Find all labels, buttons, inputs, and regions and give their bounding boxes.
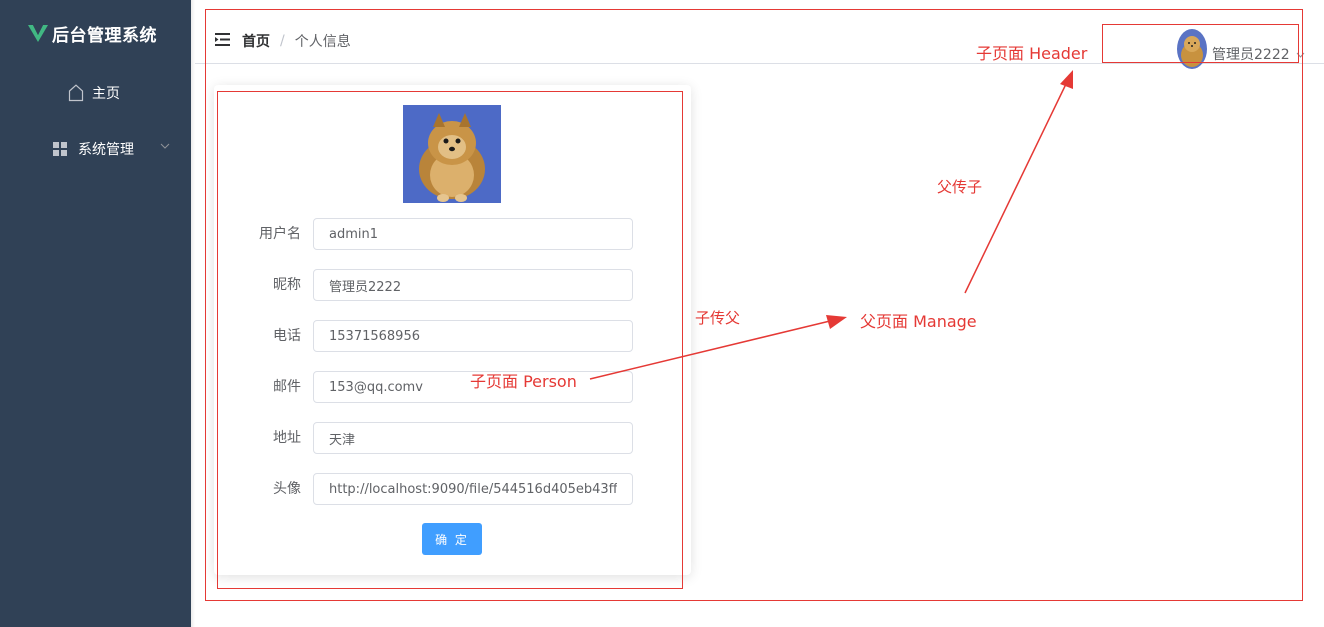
form-row-nickname: 昵称: [214, 269, 691, 301]
user-name: 管理员2222: [1212, 47, 1290, 63]
sidebar-item-home[interactable]: 主页: [68, 82, 120, 104]
chevron-down-icon: [1296, 52, 1305, 58]
vue-logo-icon: [28, 25, 48, 42]
avatar: [1177, 29, 1207, 69]
username-label: 用户名: [259, 226, 301, 242]
brand[interactable]: 后台管理系统: [28, 20, 157, 46]
annotation-child-to-parent: 子传父: [695, 309, 741, 327]
form-row-username: 用户名: [214, 218, 691, 250]
sidebar-item-label: 主页: [92, 86, 120, 102]
annotation-child-person: 子页面 Person: [470, 372, 577, 391]
grid-icon: [53, 142, 67, 156]
avatar-url-label: 头像: [273, 481, 301, 497]
form-row-email: 邮件: [214, 371, 691, 403]
phone-label: 电话: [273, 328, 301, 344]
header: 首页 / 个人信息 管理员2222: [195, 0, 1324, 69]
form-row-phone: 电话: [214, 320, 691, 352]
address-label: 地址: [273, 430, 301, 446]
form-row-address: 地址: [214, 422, 691, 454]
sidebar-shadow: [191, 0, 195, 627]
fold-menu-icon[interactable]: [215, 33, 230, 46]
breadcrumb: 首页 / 个人信息: [242, 31, 351, 51]
confirm-button[interactable]: 确 定: [422, 523, 482, 555]
annotation-parent-to-child: 父传子: [937, 178, 983, 196]
brand-title: 后台管理系统: [52, 25, 157, 46]
sidebar: 后台管理系统 主页 系统管理: [0, 0, 191, 627]
user-dropdown[interactable]: 管理员2222: [1177, 28, 1305, 70]
annotation-header-child: 子页面 Header: [976, 44, 1088, 63]
sidebar-item-system[interactable]: 系统管理: [53, 138, 173, 160]
annotation-parent-manage: 父页面 Manage: [860, 312, 977, 331]
phone-input[interactable]: [313, 320, 633, 352]
breadcrumb-current: 个人信息: [294, 34, 351, 50]
home-icon: [68, 84, 84, 102]
nickname-input[interactable]: [313, 269, 633, 301]
pomeranian-avatar-image: [403, 105, 501, 203]
email-label: 邮件: [273, 379, 301, 395]
form-row-avatar-url: 头像: [214, 473, 691, 505]
address-input[interactable]: [313, 422, 633, 454]
sidebar-item-label: 系统管理: [78, 142, 134, 158]
breadcrumb-separator: /: [280, 33, 285, 49]
avatar-uploader[interactable]: [403, 105, 501, 203]
breadcrumb-home[interactable]: 首页: [242, 31, 270, 51]
chevron-down-icon: [160, 143, 170, 149]
avatar-url-input[interactable]: [313, 473, 633, 505]
person-card: 用户名 昵称 电话 邮件 地址 头像 确 定: [214, 85, 691, 575]
username-input[interactable]: [313, 218, 633, 250]
nickname-label: 昵称: [273, 277, 301, 293]
